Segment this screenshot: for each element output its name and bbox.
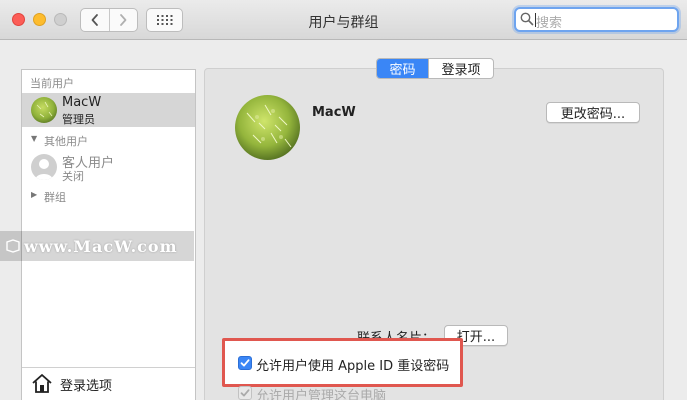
search-placeholder: 搜索 (536, 16, 563, 31)
allow-admin-label: 允许用户管理这台电脑 (256, 389, 387, 400)
watermark-text: www.MacW.com (24, 236, 178, 256)
triangle-right-icon[interactable]: ▶ (31, 190, 37, 199)
tab-password[interactable]: 密码 (377, 59, 428, 78)
user-avatar[interactable] (235, 95, 300, 160)
back-forward-group (80, 8, 138, 32)
user-name: MacW (312, 105, 356, 120)
close-window-button[interactable] (12, 13, 25, 26)
guest-user-status: 关闭 (62, 170, 84, 183)
avatar (31, 97, 57, 123)
checkmark-icon (240, 389, 250, 397)
allow-appleid-reset-checkbox[interactable] (238, 356, 252, 370)
checkmark-icon (240, 359, 250, 367)
login-options-item[interactable]: 登录选项 (22, 367, 195, 400)
groups-heading: 群组 (44, 191, 66, 204)
sidebar-item-macw[interactable]: MacW 管理员 (22, 93, 195, 127)
show-all-button[interactable] (146, 8, 183, 32)
grid-icon (156, 15, 172, 25)
zoom-window-button[interactable] (54, 13, 67, 26)
search-icon (520, 12, 534, 26)
watermark: www.MacW.com (0, 231, 194, 261)
search-field[interactable]: 搜索 (514, 7, 679, 32)
house-icon (32, 374, 52, 393)
triangle-down-icon[interactable]: ▼ (31, 134, 37, 143)
forward-button[interactable] (108, 9, 138, 31)
tab-bar: 密码 登录项 (376, 58, 494, 79)
other-users-heading: 其他用户 (44, 135, 88, 148)
current-users-heading: 当前用户 (30, 77, 74, 90)
guest-avatar-icon (31, 154, 57, 180)
minimize-window-button[interactable] (33, 13, 46, 26)
chevron-right-icon (120, 14, 127, 26)
sidebar-user-name: MacW (62, 95, 102, 110)
title-bar: 用户与群组 搜索 (0, 0, 687, 40)
allow-admin-checkbox[interactable] (238, 386, 252, 400)
change-password-button[interactable]: 更改密码... (546, 102, 640, 123)
chevron-left-icon (91, 14, 98, 26)
login-options-label: 登录选项 (60, 379, 113, 394)
tab-login-items[interactable]: 登录项 (428, 59, 493, 78)
allow-appleid-reset-label[interactable]: 允许用户使用 Apple ID 重设密码 (256, 355, 449, 374)
sidebar-item-guest[interactable]: 客人用户 关闭 (22, 150, 195, 184)
sidebar-user-role: 管理员 (62, 113, 95, 126)
back-button[interactable] (81, 9, 109, 31)
watermark-logo-icon (6, 239, 20, 253)
